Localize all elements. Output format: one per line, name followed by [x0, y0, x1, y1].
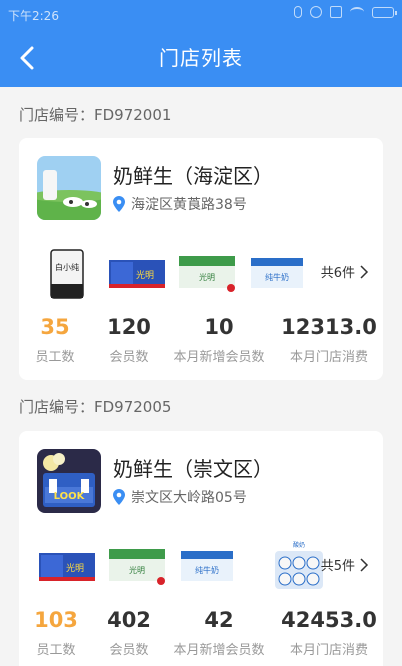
product-thumbnail[interactable]: 光明 — [37, 537, 97, 597]
stat-label: 本月新增会员数 — [173, 350, 265, 365]
store-name: 奶鲜生（崇文区） — [113, 457, 273, 481]
stat-label: 本月门店消费 — [289, 350, 368, 365]
stat-label: 会员数 — [109, 643, 149, 658]
stat-label: 本月新增会员数 — [173, 643, 265, 658]
mute-icon — [310, 6, 322, 18]
product-label: 白小纯 — [55, 262, 79, 272]
stat-value: 120 — [107, 315, 151, 339]
store-address-text: 崇文区大岭路05号 — [131, 490, 247, 506]
stat-value: 42453.0 — [281, 608, 377, 632]
product-thumbnail[interactable]: 光明 — [177, 244, 237, 304]
more-products-link[interactable]: 共6件 — [321, 262, 369, 281]
status-icons — [294, 6, 397, 18]
store-number: 门店编号：FD972001 — [19, 106, 172, 124]
stat-label: 会员数 — [109, 350, 149, 365]
bluetooth-icon — [294, 6, 302, 18]
product-label: 纯牛奶 — [265, 272, 289, 282]
stat-members: 120 会员数 — [99, 314, 159, 365]
product-strip: 白小纯 光明 光明 纯牛奶 共6件 — [37, 244, 369, 304]
product-label: 光明 — [199, 272, 215, 282]
location-pin-icon — [113, 196, 125, 212]
product-label: 酸奶 — [293, 541, 305, 549]
stat-members: 402 会员数 — [99, 607, 159, 658]
product-strip: 光明 光明 纯牛奶 酸奶 共5件 — [37, 537, 369, 597]
product-label: 光明 — [136, 269, 154, 281]
store-name: 奶鲜生（海淀区） — [113, 164, 273, 188]
store-address: 海淀区黄莨路38号 — [113, 194, 247, 214]
product-thumbnail[interactable]: 白小纯 — [37, 244, 97, 304]
status-time: 下午2:26 — [8, 9, 59, 23]
more-products-link[interactable]: 共5件 — [321, 555, 369, 574]
product-thumbnail[interactable]: 光明 — [107, 537, 167, 597]
store-address: 崇文区大岭路05号 — [113, 487, 247, 507]
store-thumbnail: LOOK — [37, 449, 101, 513]
status-bar: 下午2:26 — [0, 0, 402, 30]
stat-monthly-spend: 12313.0 本月门店消费 — [281, 314, 377, 365]
stat-label: 本月门店消费 — [289, 643, 368, 658]
stat-value: 42 — [204, 608, 234, 632]
stat-new-members: 42 本月新增会员数 — [169, 607, 269, 658]
stat-employees: 35 员工数 — [35, 314, 75, 365]
store-number: 门店编号：FD972005 — [19, 398, 172, 416]
store-card[interactable]: LOOK 奶鲜生（崇文区） 崇文区大岭路05号 光明 光明 纯牛奶 酸奶 共5件… — [19, 431, 383, 666]
stat-value: 12313.0 — [281, 315, 377, 339]
product-thumbnail[interactable]: 光明 — [107, 244, 167, 304]
stat-value: 402 — [107, 608, 151, 632]
store-card[interactable]: 奶鲜生（海淀区） 海淀区黄莨路38号 白小纯 光明 光明 纯牛奶 共6件 35 … — [19, 138, 383, 380]
product-label: 纯牛奶 — [195, 565, 219, 575]
product-thumbnail[interactable]: 纯牛奶 — [247, 244, 307, 304]
stat-label: 员工数 — [35, 350, 75, 365]
app-header-background: 下午2:26 门店列表 — [0, 0, 402, 87]
stat-new-members: 10 本月新增会员数 — [169, 314, 269, 365]
stat-employees: 103 员工数 — [31, 607, 81, 658]
store-stats: 35 员工数 120 会员数 10 本月新增会员数 12313.0 本月门店消费 — [19, 308, 383, 368]
product-label: 光明 — [129, 565, 145, 575]
location-pin-icon — [113, 489, 125, 505]
chevron-right-icon — [360, 557, 369, 572]
product-label: 光明 — [66, 562, 84, 574]
svg-text:LOOK: LOOK — [54, 491, 86, 502]
wifi-icon — [350, 7, 364, 17]
more-products-label: 共6件 — [320, 266, 355, 281]
store-thumbnail — [37, 156, 101, 220]
nav-bar: 门店列表 — [0, 30, 402, 87]
product-thumbnail[interactable]: 纯牛奶 — [177, 537, 237, 597]
stat-value: 35 — [40, 315, 70, 339]
battery-icon — [372, 6, 397, 18]
store-address-text: 海淀区黄莨路38号 — [131, 197, 247, 213]
more-products-label: 共5件 — [320, 559, 355, 574]
stat-value: 10 — [204, 315, 234, 339]
store-stats: 103 员工数 402 会员数 42 本月新增会员数 42453.0 本月门店消… — [19, 601, 383, 661]
chevron-right-icon — [360, 264, 369, 279]
page-title: 门店列表 — [159, 46, 243, 70]
sim-icon — [330, 6, 342, 18]
stat-value: 103 — [34, 608, 78, 632]
stat-label: 员工数 — [36, 643, 76, 658]
stat-monthly-spend: 42453.0 本月门店消费 — [281, 607, 377, 658]
